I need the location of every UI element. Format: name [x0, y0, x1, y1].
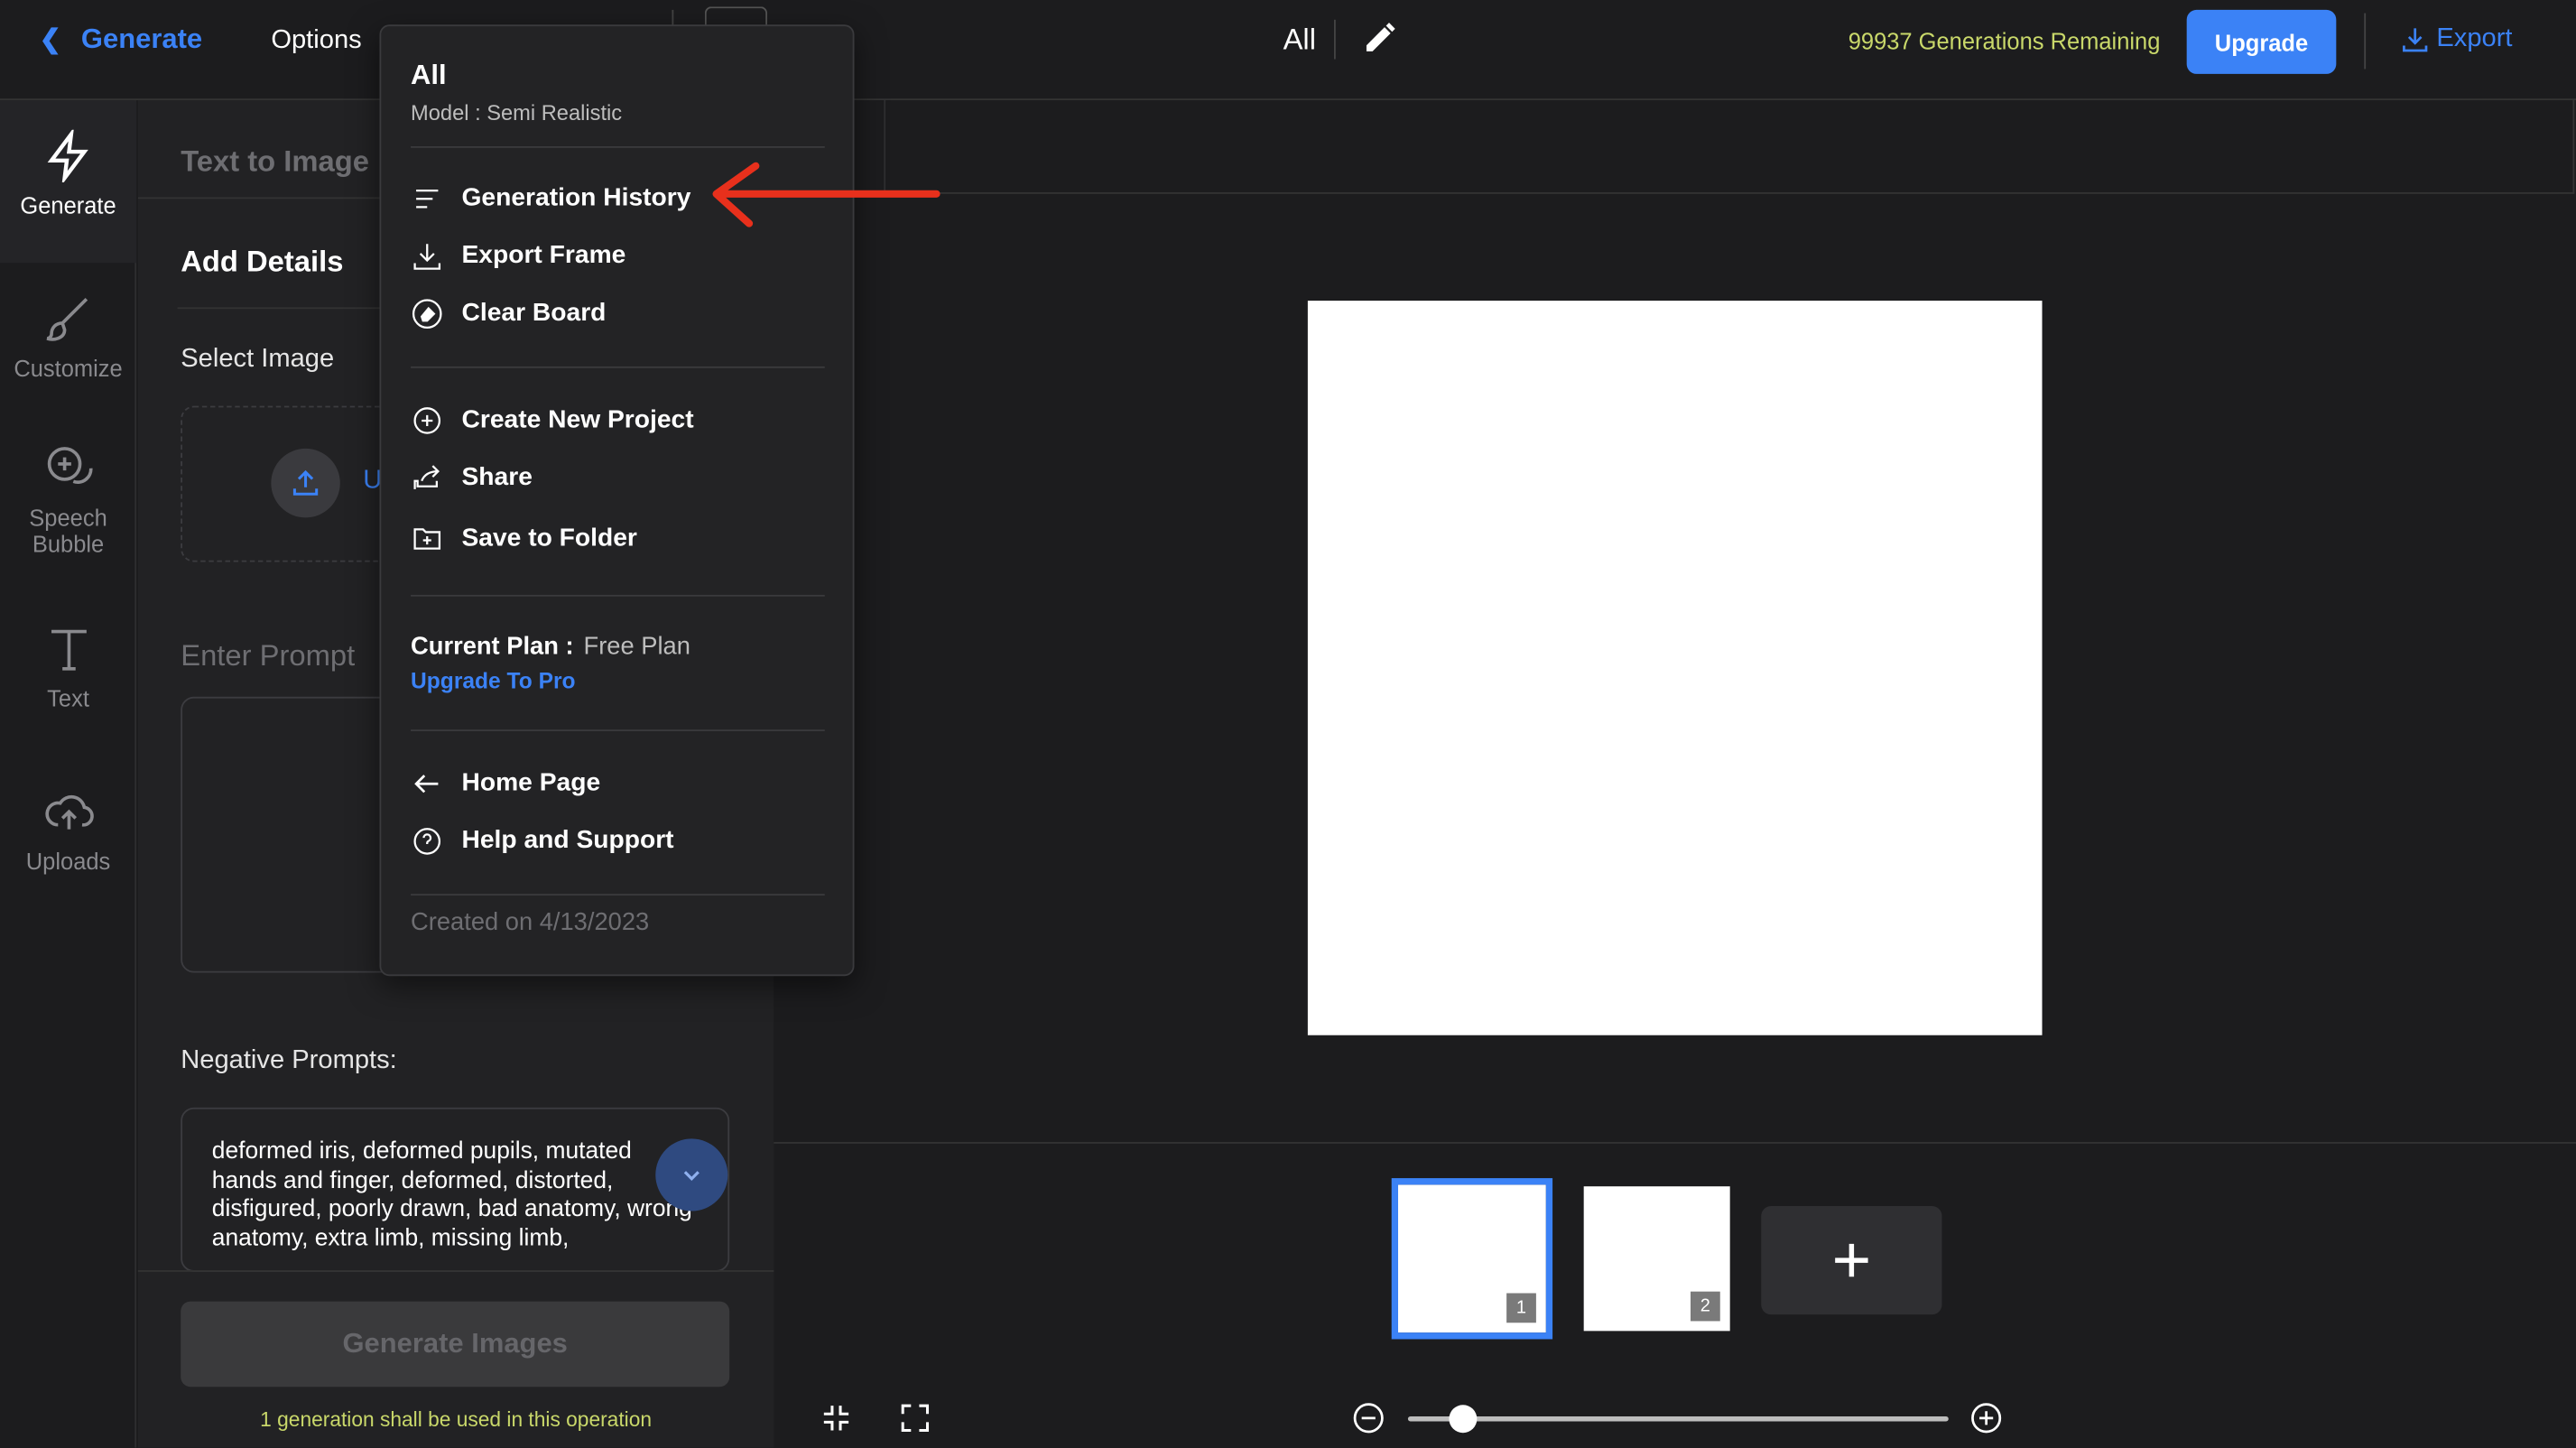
cloud-upload-icon — [44, 794, 93, 830]
frame-number: 2 — [1690, 1291, 1720, 1322]
list-icon — [416, 190, 439, 209]
add-frame-button[interactable] — [1761, 1206, 1942, 1315]
rail-item-text[interactable]: Text — [0, 623, 136, 711]
arrow-left-icon — [414, 775, 439, 794]
eraser-icon — [412, 299, 442, 329]
divider — [137, 1270, 774, 1272]
enter-prompt-label: Enter Prompt — [181, 639, 356, 673]
section-heading: Add Details — [181, 245, 344, 278]
chevron-left-icon: ❮ — [39, 26, 62, 55]
plus-circle-icon — [413, 407, 441, 434]
pencil-icon[interactable] — [1362, 20, 1398, 56]
share-icon — [413, 465, 440, 489]
title-divider — [1334, 19, 1336, 60]
toolbar-divider — [2364, 13, 2367, 70]
upload-button[interactable] — [271, 448, 340, 518]
upgrade-to-pro-link[interactable]: Upgrade To Pro — [411, 669, 576, 693]
menu-item-label: Clear Board — [461, 299, 607, 328]
select-image-label: Select Image — [181, 345, 335, 374]
current-plan: Current Plan : Free Plan — [411, 633, 690, 661]
rail-label: Text — [47, 685, 89, 712]
download-icon — [413, 244, 441, 270]
help-circle-icon — [413, 828, 441, 855]
generations-remaining: 99937 Generations Remaining — [1848, 27, 2161, 55]
rail-label: Generate — [20, 191, 116, 219]
menu-item-label: Help and Support — [461, 826, 674, 855]
fullscreen-icon[interactable] — [899, 1402, 931, 1434]
rail-item-speech-bubble[interactable]: Speech Bubble — [0, 442, 136, 557]
frame-thumbnail[interactable]: 2 — [1583, 1186, 1730, 1332]
plus-icon — [1835, 1243, 1868, 1277]
back-label: Generate — [80, 23, 203, 55]
menu-item-help-and-support[interactable]: Help and Support — [411, 825, 674, 858]
text-icon — [51, 629, 86, 671]
plan-value: Free Plan — [583, 632, 690, 661]
zoom-slider-handle[interactable] — [1449, 1405, 1478, 1434]
menu-item-clear-board[interactable]: Clear Board — [411, 297, 606, 330]
speech-bubble-icon — [46, 447, 92, 484]
zoom-slider[interactable] — [1407, 1416, 1949, 1422]
brush-icon — [45, 297, 88, 341]
rail-item-generate[interactable]: Generate — [0, 100, 137, 264]
scroll-down-button[interactable] — [655, 1138, 728, 1211]
created-date: Created on 4/13/2023 — [411, 908, 650, 937]
negative-prompts-input[interactable]: deformed iris, deformed pupils, mutated … — [181, 1107, 730, 1272]
rail-item-customize[interactable]: Customize — [0, 292, 136, 381]
divider — [411, 894, 825, 896]
rail-label: Speech — [29, 504, 107, 531]
menu-item-label: Home Page — [461, 768, 601, 797]
generate-images-button[interactable]: Generate Images — [181, 1301, 730, 1388]
menu-item-export-frame[interactable]: Export Frame — [411, 240, 625, 273]
menu-item-label: Generation History — [461, 183, 691, 212]
negative-prompts-label: Negative Prompts: — [181, 1046, 397, 1075]
rail-label: Uploads — [25, 848, 111, 875]
export-label: Export — [2436, 24, 2513, 53]
menu-item-label: Save to Folder — [461, 524, 637, 552]
canvas-toolbar — [884, 100, 2575, 194]
back-to-generate-button[interactable]: ❮ Generate — [40, 23, 202, 55]
menu-model: Model : Semi Realistic — [411, 100, 623, 125]
menu-item-create-new-project[interactable]: Create New Project — [411, 404, 694, 437]
upgrade-button[interactable]: Upgrade — [2186, 9, 2337, 74]
generation-note: 1 generation shall be used in this opera… — [260, 1407, 653, 1432]
download-icon — [2403, 28, 2428, 52]
frame-thumbnail[interactable]: 1 — [1391, 1178, 1553, 1340]
menu-project-title: All — [411, 59, 447, 91]
negative-prompts-text: deformed iris, deformed pupils, mutated … — [211, 1138, 692, 1252]
tab-text-to-image[interactable]: Text to Image — [181, 144, 369, 179]
artboard[interactable] — [1307, 301, 2043, 1035]
zoom-out-icon[interactable] — [1352, 1402, 1385, 1434]
project-title[interactable]: All — [1283, 23, 1316, 57]
menu-item-save-to-folder[interactable]: Save to Folder — [411, 523, 637, 555]
export-button[interactable]: Export — [2400, 24, 2513, 54]
zoom-in-icon[interactable] — [1969, 1402, 2002, 1434]
menu-item-home-page[interactable]: Home Page — [411, 767, 600, 800]
options-menu-button[interactable]: Options — [271, 26, 361, 56]
rail-label: Customize — [14, 355, 123, 382]
divider — [411, 594, 825, 597]
bolt-icon — [46, 129, 88, 183]
chevron-down-icon — [683, 1171, 700, 1181]
menu-item-share[interactable]: Share — [411, 461, 533, 494]
frame-number: 1 — [1506, 1293, 1536, 1323]
annotation-arrow-icon — [712, 162, 941, 227]
menu-item-label: Export Frame — [461, 241, 626, 270]
menu-item-label: Create New Project — [461, 405, 694, 434]
divider — [411, 729, 825, 731]
rail-label: Bubble — [32, 530, 105, 558]
upload-icon — [292, 469, 319, 496]
folder-plus-icon — [413, 528, 441, 550]
divider — [411, 145, 825, 148]
plan-label: Current Plan : — [411, 632, 574, 661]
menu-item-generation-history[interactable]: Generation History — [411, 182, 690, 215]
rail-item-uploads[interactable]: Uploads — [0, 785, 136, 874]
left-rail: Generate Customize Speech Bubble Text Up… — [0, 100, 137, 1448]
collapse-icon[interactable] — [820, 1402, 852, 1434]
menu-item-label: Share — [461, 463, 533, 492]
divider — [411, 366, 825, 368]
